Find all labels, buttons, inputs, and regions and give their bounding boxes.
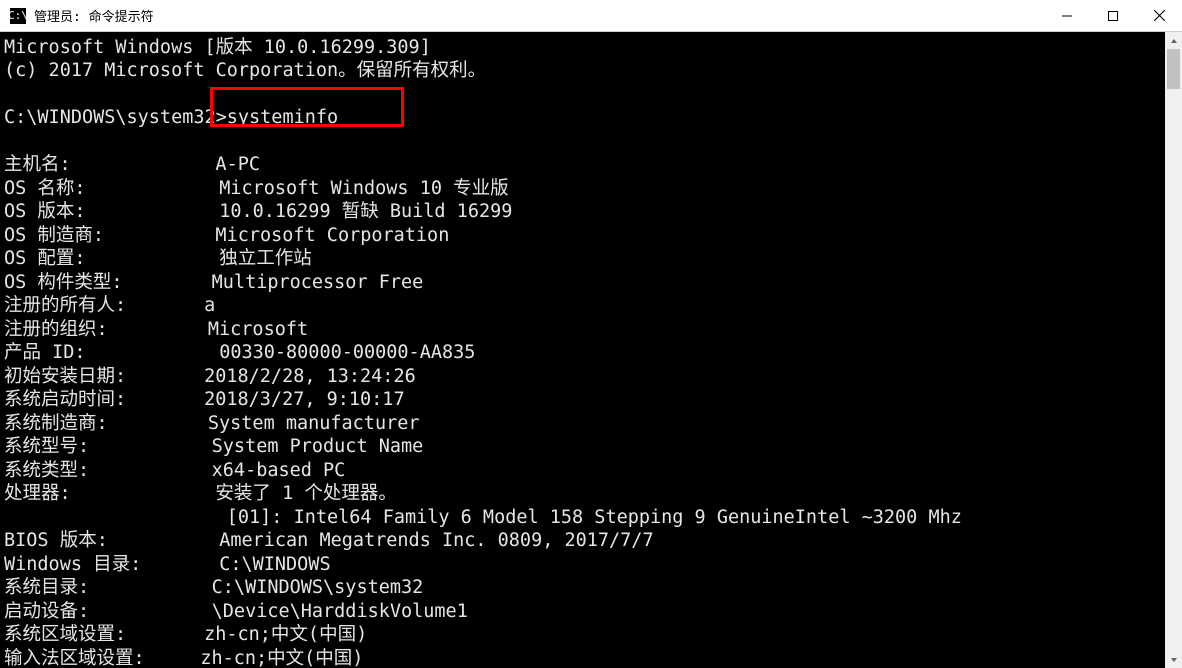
scroll-down-button[interactable] [1165,651,1182,668]
cmd-icon: C:\ [10,8,26,24]
window-title: 管理员: 命令提示符 [34,6,1044,25]
scrollbar[interactable] [1165,32,1182,668]
scroll-up-button[interactable] [1165,32,1182,49]
close-button[interactable] [1136,0,1182,31]
titlebar[interactable]: C:\ 管理员: 命令提示符 [0,0,1182,32]
terminal-area: Microsoft Windows [版本 10.0.16299.309] (c… [0,32,1182,668]
maximize-button[interactable] [1090,0,1136,31]
scrollbar-thumb[interactable] [1167,49,1180,89]
command-prompt-window: C:\ 管理员: 命令提示符 Microsoft Windows [版本 10.… [0,0,1182,668]
window-controls [1044,0,1182,31]
terminal-output[interactable]: Microsoft Windows [版本 10.0.16299.309] (c… [0,32,1165,668]
minimize-button[interactable] [1044,0,1090,31]
